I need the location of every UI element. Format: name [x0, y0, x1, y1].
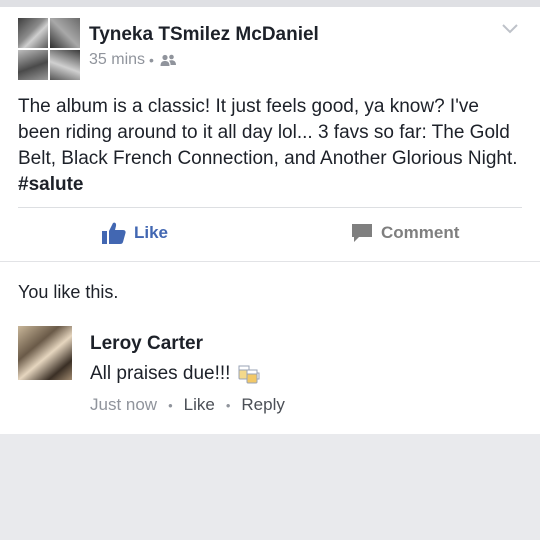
avatar-tile: [18, 50, 48, 80]
post-time[interactable]: 35 mins: [89, 51, 145, 69]
comment-label: Comment: [381, 223, 460, 242]
post-body: The album is a classic! It just feels go…: [18, 96, 518, 169]
commenter-avatar[interactable]: [18, 326, 72, 380]
comment-reply-link[interactable]: Reply: [241, 395, 284, 415]
meta-separator: •: [149, 52, 154, 68]
like-label: Like: [134, 223, 169, 242]
comment-time: Just now: [90, 395, 158, 414]
avatar-tile: [50, 18, 80, 48]
post-text: The album is a classic! It just feels go…: [18, 94, 522, 198]
action-separator: •: [168, 397, 173, 413]
likes-summary[interactable]: You like this.: [18, 282, 118, 303]
friends-icon: [160, 54, 176, 66]
poster-avatar[interactable]: [18, 18, 80, 80]
chevron-down-icon[interactable]: [500, 21, 520, 37]
hashtag-link[interactable]: #salute: [18, 174, 83, 195]
like-button[interactable]: Like: [102, 219, 168, 247]
commenter-name[interactable]: Leroy Carter: [90, 333, 203, 355]
avatar-tile: [50, 50, 80, 80]
comment-actions: Just now • Like • Reply: [90, 395, 285, 415]
comment-body: All praises due!!!: [90, 363, 231, 384]
action-separator: •: [225, 397, 231, 413]
avatar-tile: [18, 18, 48, 48]
comment-text: All praises due!!!: [90, 363, 260, 385]
post-meta: 35 mins •: [89, 51, 177, 69]
comment-icon: [352, 224, 372, 242]
comment-like-link[interactable]: Like: [184, 395, 215, 415]
actions-divider: [18, 207, 522, 208]
page-background: [0, 434, 540, 540]
thumbs-up-icon: [102, 222, 126, 244]
comment-button[interactable]: Comment: [351, 219, 459, 247]
poster-name[interactable]: Tyneka TSmilez McDaniel: [89, 24, 319, 46]
top-strip: [0, 0, 540, 7]
cheers-mugs-icon: [238, 365, 260, 384]
